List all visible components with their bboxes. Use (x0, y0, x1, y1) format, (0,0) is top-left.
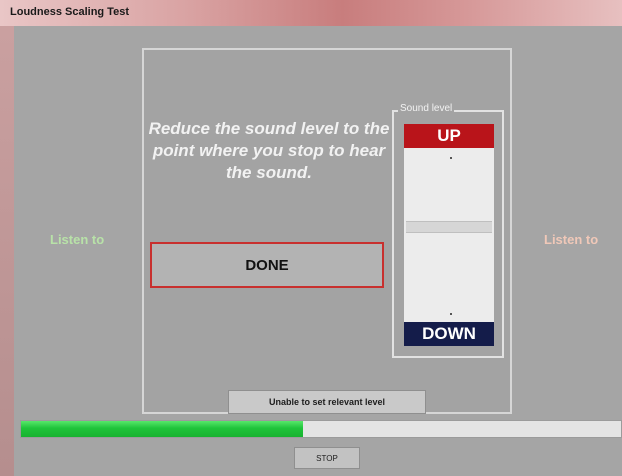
stop-button[interactable]: STOP (294, 447, 360, 469)
sound-level-legend: Sound level (398, 103, 455, 114)
down-button[interactable]: DOWN (404, 322, 494, 346)
title-bar: Loudness Scaling Test (0, 0, 622, 26)
sound-level-slider-thumb[interactable] (406, 220, 492, 233)
window-title: Loudness Scaling Test (10, 6, 129, 18)
slider-top-tick (450, 157, 452, 159)
listen-left-label: Listen to (50, 232, 105, 247)
listen-right-label: Listen to (544, 232, 599, 247)
done-button[interactable]: DONE (150, 242, 384, 288)
progress-bar (20, 420, 622, 438)
instruction-text: Reduce the sound level to the point wher… (148, 119, 390, 182)
sound-level-slider[interactable] (404, 148, 494, 322)
progress-fill (21, 421, 303, 437)
unable-to-set-level-button[interactable]: Unable to set relevant level (228, 390, 426, 414)
slider-bottom-tick (450, 313, 452, 315)
up-button[interactable]: UP (404, 124, 494, 148)
window-left-edge (0, 26, 14, 476)
